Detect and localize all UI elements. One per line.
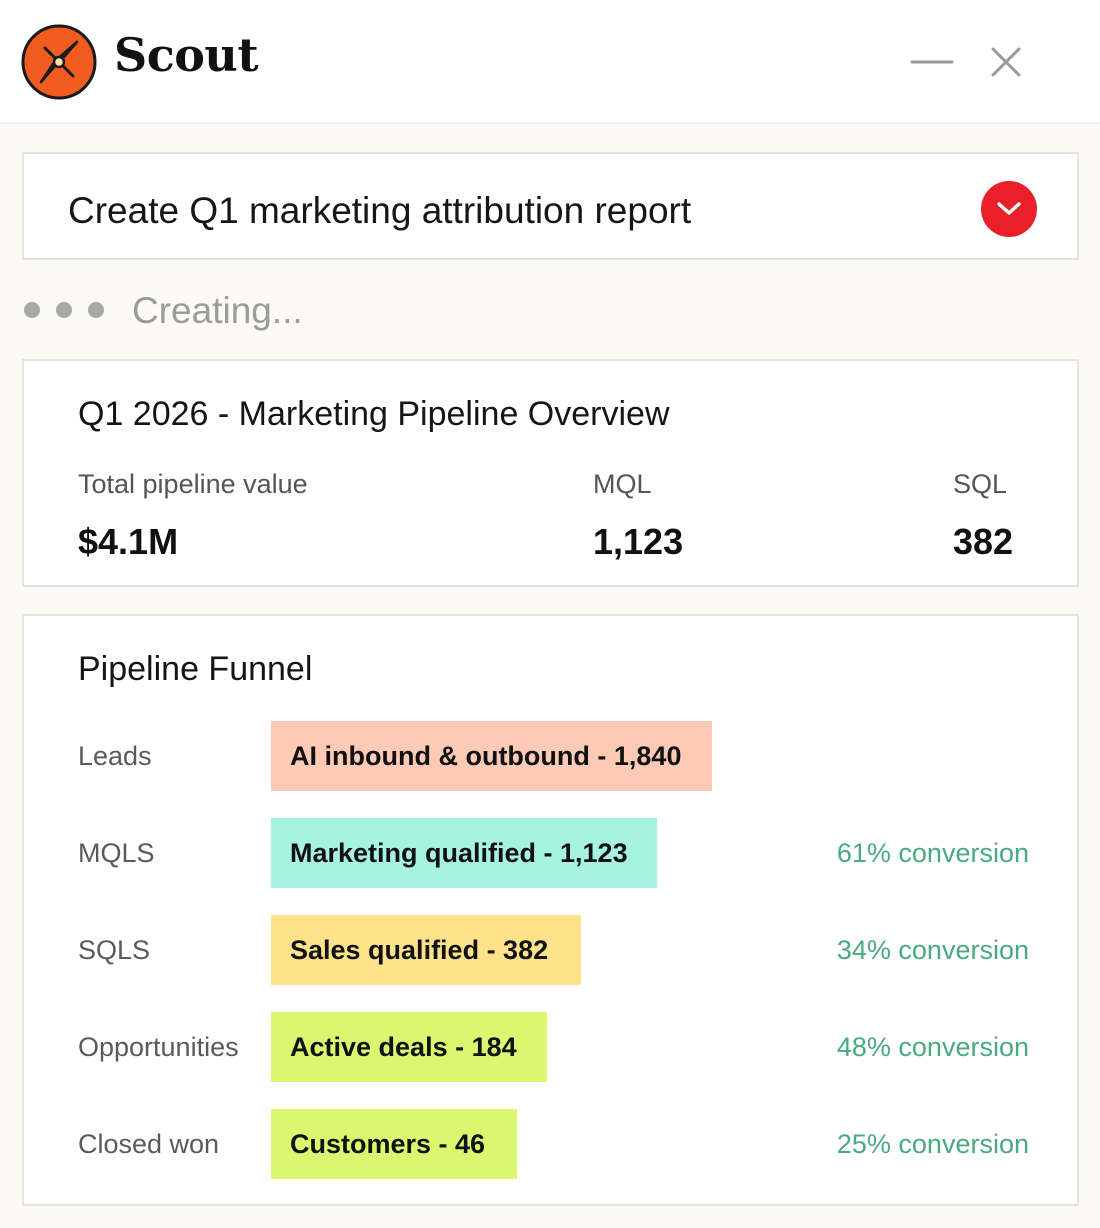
prompt-text: Create Q1 marketing attribution report [68,190,692,231]
metric-value-total-pipeline: $4.1M [78,521,179,562]
funnel-conversion: 34% conversion [836,935,1029,965]
funnel-conversion: 25% conversion [836,1129,1029,1159]
prompt-expand-button[interactable] [981,181,1037,237]
minimize-icon [910,60,954,64]
title-bar: Scout [0,0,1100,124]
metric-label-mql: MQL [593,469,652,499]
prompt-card[interactable]: Create Q1 marketing attribution report [22,152,1079,260]
funnel-row-leads: Leads AI inbound & outbound - 1,840 [24,721,1077,791]
scout-logo-compass-icon [21,24,97,100]
chevron-down-icon [997,202,1021,215]
minimize-button[interactable] [904,34,960,90]
overview-title: Q1 2026 - Marketing Pipeline Overview [78,395,670,433]
funnel-bar: Customers - 46 [271,1109,517,1179]
metric-label-sql: SQL [953,469,1008,499]
funnel-row-closed-won: Closed won Customers - 46 25% conversion [24,1109,1077,1179]
funnel-bar: Active deals - 184 [271,1012,547,1082]
funnel-bar: Sales qualified - 382 [271,915,581,985]
metric-label-total-pipeline: Total pipeline value [78,469,308,499]
app-title: Scout [114,28,259,82]
close-button[interactable] [978,34,1034,90]
pipeline-funnel-card: Pipeline Funnel Leads AI inbound & outbo… [22,614,1079,1206]
loading-dot [24,302,40,318]
funnel-conversion: 48% conversion [836,1032,1029,1062]
pipeline-overview-card: Q1 2026 - Marketing Pipeline Overview To… [22,359,1079,587]
funnel-row-label: Closed won [78,1129,220,1159]
funnel-row-label: SQLS [78,935,151,965]
funnel-row-label: Opportunities [78,1032,239,1062]
loading-dot [56,302,72,318]
loading-dot [88,302,104,318]
funnel-title: Pipeline Funnel [78,650,313,688]
funnel-row-label: MQLS [78,838,155,868]
status-text: Creating... [132,290,303,331]
scout-window: Scout Create Q1 marketing attribution re… [0,0,1100,1228]
funnel-bar: AI inbound & outbound - 1,840 [271,721,712,791]
metric-value-sql: 382 [953,521,1014,562]
funnel-row-mqls: MQLS Marketing qualified - 1,123 61% con… [24,818,1077,888]
funnel-bar: Marketing qualified - 1,123 [271,818,657,888]
funnel-row-opportunities: Opportunities Active deals - 184 48% con… [24,1012,1077,1082]
close-icon [991,47,1021,77]
metric-value-mql: 1,123 [593,521,684,562]
funnel-conversion: 61% conversion [836,838,1029,868]
funnel-row-sqls: SQLS Sales qualified - 382 34% conversio… [24,915,1077,985]
funnel-row-label: Leads [78,741,152,771]
